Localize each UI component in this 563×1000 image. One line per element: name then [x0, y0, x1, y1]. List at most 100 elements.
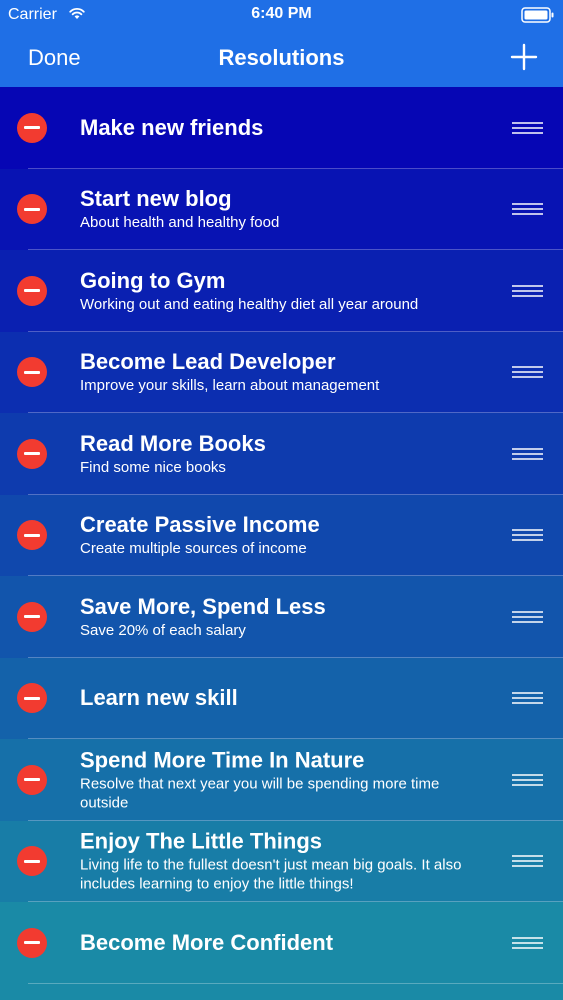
list-item-title: Start new blog	[80, 186, 232, 212]
reorder-bar	[512, 289, 543, 292]
list-item[interactable]: Enjoy The Little Things Living life to th…	[0, 820, 563, 902]
minus-circle-icon[interactable]	[17, 112, 47, 143]
reorder-bar	[512, 620, 543, 623]
reorder-handle-icon[interactable]	[512, 203, 543, 216]
minus-circle-icon[interactable]	[17, 520, 47, 551]
reorder-bar	[512, 697, 543, 700]
reorder-bar	[512, 702, 543, 705]
minus-circle-icon[interactable]	[17, 927, 47, 958]
reorder-bar	[512, 534, 543, 537]
list-item-title: Become Lead Developer	[80, 349, 336, 375]
reorder-bar	[512, 371, 543, 374]
list-item-title: Learn new skill	[80, 685, 238, 711]
reorder-bar	[512, 539, 543, 542]
reorder-bar	[512, 366, 543, 369]
reorder-bar	[512, 126, 543, 129]
reorder-handle-icon[interactable]	[512, 855, 543, 868]
reorder-bar	[512, 208, 543, 211]
resolution-list: Make new friends Start new blog About heal…	[0, 87, 563, 1000]
list-item-title: Make new friends	[80, 114, 264, 140]
row-separator	[28, 982, 563, 984]
minus-circle-icon[interactable]	[17, 764, 47, 795]
list-item-subtitle: Save 20% of each salary	[80, 621, 246, 639]
list-item-subtitle: About health and healthy food	[80, 214, 280, 232]
reorder-bar	[512, 773, 543, 776]
status-time: 6:40 PM	[251, 5, 312, 22]
list-item-text: Become More Confident	[80, 930, 483, 956]
plus-icon[interactable]	[509, 42, 539, 72]
minus-circle-icon[interactable]	[17, 683, 47, 714]
list-item-text: Spend More Time In Nature Resolve that ne…	[80, 747, 483, 812]
minus-circle-icon[interactable]	[17, 275, 47, 306]
reorder-bar	[512, 447, 543, 450]
reorder-bar	[512, 865, 543, 868]
list-item[interactable]: Make new friends	[0, 87, 563, 169]
reorder-bar	[512, 213, 543, 216]
minus-circle-icon[interactable]	[17, 438, 47, 469]
minus-circle-icon[interactable]	[17, 601, 47, 632]
minus-circle-icon[interactable]	[17, 846, 47, 877]
list-item-title: Read More Books	[80, 430, 266, 456]
reorder-bar	[512, 615, 543, 618]
list-item[interactable]: Create Passive Income Create multiple sou…	[0, 494, 563, 576]
list-item[interactable]: Start new blog About health and healthy f…	[0, 168, 563, 250]
status-bar: Carrier 6:40 PM	[0, 0, 563, 30]
reorder-bar	[512, 610, 543, 613]
reorder-bar	[512, 692, 543, 695]
list-item-subtitle: Living life to the fullest doesn't just …	[80, 856, 462, 893]
navigation-bar: Done Resolutions	[0, 30, 563, 87]
reorder-bar	[512, 284, 543, 287]
list-item-text: Learn new skill	[80, 685, 483, 711]
reorder-bar	[512, 203, 543, 206]
reorder-bar	[512, 457, 543, 460]
list-item-subtitle: Working out and eating healthy diet all …	[80, 295, 419, 313]
list-item-subtitle: Improve your skills, learn about managem…	[80, 377, 380, 395]
reorder-handle-icon[interactable]	[512, 121, 543, 134]
list-item[interactable]: Spend More Time In Nature Resolve that ne…	[0, 739, 563, 821]
reorder-handle-icon[interactable]	[512, 936, 543, 949]
list-item[interactable]: Read More Books Find some nice books	[0, 413, 563, 495]
list-item-title: Going to Gym	[80, 267, 226, 293]
reorder-handle-icon[interactable]	[512, 447, 543, 460]
reorder-bar	[512, 941, 543, 944]
list-item[interactable]: Become More Confident	[0, 902, 563, 984]
list-item[interactable]: Save More, Spend Less Save 20% of each sa…	[0, 576, 563, 658]
list-item-text: Become Lead Developer Improve your skills…	[80, 349, 483, 395]
reorder-bar	[512, 529, 543, 532]
list-item-text: Make new friends	[80, 115, 483, 141]
list-item-subtitle: Resolve that next year you will be spend…	[80, 775, 440, 812]
list-item-text: Going to Gym Working out and eating healt…	[80, 268, 483, 314]
list-item-text: Enjoy The Little Things Living life to th…	[80, 829, 483, 894]
reorder-handle-icon[interactable]	[512, 529, 543, 542]
reorder-handle-icon[interactable]	[512, 692, 543, 705]
list-item-title: Create Passive Income	[80, 512, 320, 538]
list-item-title: Enjoy The Little Things	[80, 828, 322, 854]
list-item-text: Read More Books Find some nice books	[80, 431, 483, 477]
reorder-bar	[512, 778, 543, 781]
list-item[interactable]: Learn new skill	[0, 657, 563, 739]
reorder-handle-icon[interactable]	[512, 284, 543, 297]
reorder-handle-icon[interactable]	[512, 773, 543, 786]
reorder-bar	[512, 860, 543, 863]
minus-circle-icon[interactable]	[17, 194, 47, 225]
reorder-bar	[512, 936, 543, 939]
reorder-bar	[512, 294, 543, 297]
list-item[interactable]: Going to Gym Working out and eating healt…	[0, 250, 563, 332]
battery-icon	[521, 7, 554, 23]
reorder-handle-icon[interactable]	[512, 366, 543, 379]
reorder-handle-icon[interactable]	[512, 610, 543, 623]
list-item-text: Create Passive Income Create multiple sou…	[80, 512, 483, 558]
list-item-text: Save More, Spend Less Save 20% of each sa…	[80, 594, 483, 640]
list-item-title: Save More, Spend Less	[80, 593, 326, 619]
page-title: Resolutions	[218, 45, 345, 70]
list-item-subtitle: Find some nice books	[80, 458, 226, 476]
list-item-title: Become More Confident	[80, 929, 334, 955]
minus-circle-icon[interactable]	[17, 357, 47, 388]
list-item-subtitle: Create multiple sources of income	[80, 540, 307, 558]
list-item-title: Spend More Time In Nature	[80, 747, 365, 773]
reorder-bar	[512, 855, 543, 858]
list-item[interactable]: Become Lead Developer Improve your skills…	[0, 331, 563, 413]
reorder-bar	[512, 121, 543, 124]
reorder-bar	[512, 376, 543, 379]
list-item-text: Start new blog About health and healthy f…	[80, 186, 483, 232]
